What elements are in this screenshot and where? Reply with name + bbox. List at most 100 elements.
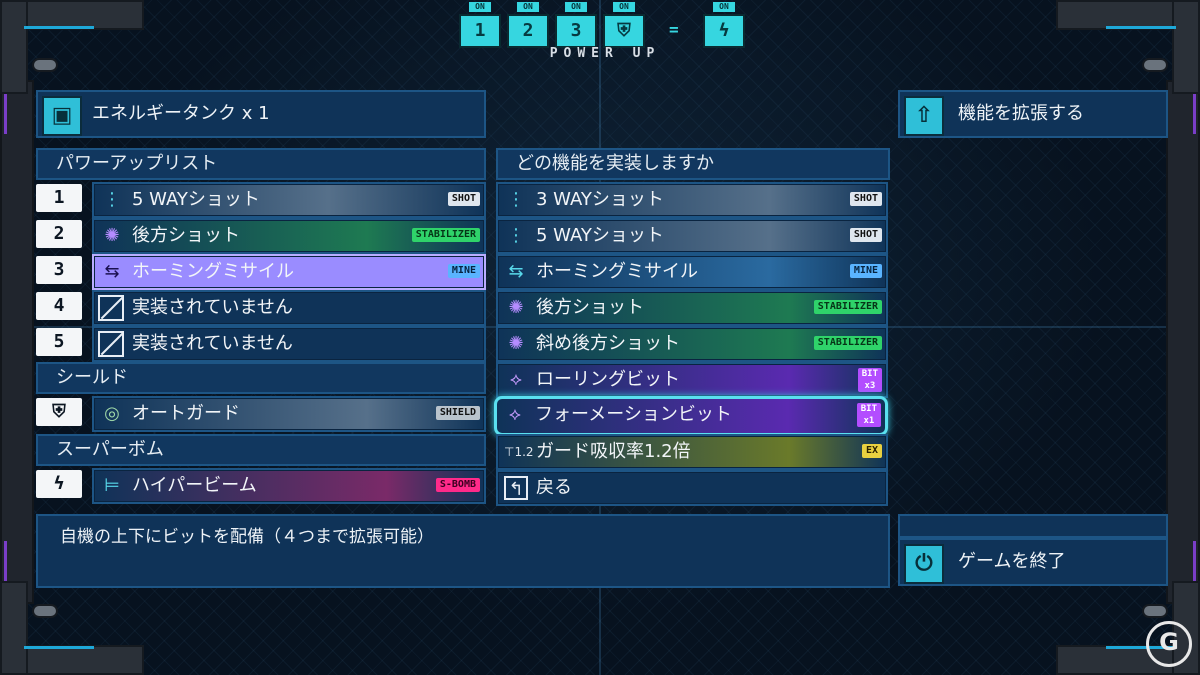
power-item-label: 後方ショット [132, 225, 240, 246]
slot-number-2: 2 [36, 220, 82, 248]
power-item-label: 実装されていません [132, 333, 293, 354]
menu-item-rear-shot[interactable]: ✺ 後方ショット STABILIZER [496, 290, 888, 326]
tag-badge: BIT x1 [856, 403, 881, 427]
tag-badge: S-BOMB [435, 478, 480, 492]
menu-item-label: ガード吸収率1.2倍 [536, 441, 691, 462]
shield-icon: ⛨ [36, 398, 82, 426]
auto-guard-icon: ◎ [104, 403, 120, 424]
spacer-panel [898, 514, 1168, 538]
upload-icon: ⇧ [904, 96, 944, 136]
power-item-label: 実装されていません [132, 297, 293, 318]
slot-number-5: 5 [36, 328, 82, 356]
empty-slot-icon [98, 331, 124, 357]
power-slot-1: 1 [459, 14, 501, 48]
power-item-5[interactable]: 実装されていません [92, 326, 486, 362]
tag-badge: SHIELD [435, 406, 480, 420]
slot-number-4: 4 [36, 292, 82, 320]
frame-corner-top-right [1050, 0, 1200, 170]
equals-sign: = [669, 20, 679, 39]
rear-shot-icon: ✺ [508, 333, 524, 354]
power-item-label: ホーミングミサイル [132, 261, 294, 282]
lightning-icon: ϟ [36, 470, 82, 498]
power-item-2[interactable]: ✺ 後方ショット STABILIZER [92, 218, 486, 254]
menu-item-label: 斜め後方ショット [536, 333, 680, 354]
spread-shot-icon: ⋮ [507, 225, 525, 246]
power-slot-3: 3 [555, 14, 597, 48]
energy-tank-panel: ▣ エネルギータンク x 1 [36, 90, 486, 138]
menu-item-label: 後方ショット [536, 297, 644, 318]
power-item-3[interactable]: ⇆ ホーミングミサイル MINE [92, 254, 486, 290]
menu-item-label: ローリングビット [536, 369, 680, 390]
menu-item-label: 5 WAYショット [536, 225, 664, 246]
on-indicator: ON [517, 2, 539, 12]
spread-shot-icon: ⋮ [507, 189, 525, 210]
power-list-header: パワーアップリスト [36, 148, 486, 180]
on-indicator: ON [565, 2, 587, 12]
power-up-label: POWER UP [549, 46, 661, 61]
menu-item-diagonal-rear-shot[interactable]: ✺ 斜め後方ショット STABILIZER [496, 326, 888, 362]
rear-shot-icon: ✺ [508, 297, 524, 318]
back-arrow-icon: ↰ [504, 476, 528, 500]
tag-badge: SHOT [849, 228, 882, 242]
power-slot-2: 2 [507, 14, 549, 48]
shield-icon: ⛨ [603, 14, 645, 48]
menu-item-homing[interactable]: ⇆ ホーミングミサイル MINE [496, 254, 888, 290]
menu-item-label: 3 WAYショット [536, 189, 664, 210]
tag-badge: MINE [849, 264, 882, 278]
lightning-icon: ϟ [703, 14, 745, 48]
bit-icon: ⟡ [509, 404, 521, 425]
menu-item-label: ホーミングミサイル [536, 261, 698, 282]
menu-item-3way[interactable]: ⋮ 3 WAYショット SHOT [496, 182, 888, 218]
quit-game-label: ゲームを終了 [958, 551, 1066, 572]
super-bomb-item[interactable]: ⊨ ハイパービーム S-BOMB [92, 468, 486, 504]
frame-corner-top-left [0, 0, 150, 170]
site-logo: G [1146, 621, 1192, 667]
description-text: 自機の上下にビットを配備（４つまで拡張可能） [60, 527, 434, 547]
homing-missile-icon: ⇆ [508, 261, 524, 282]
rear-shot-icon: ✺ [104, 225, 120, 246]
tag-badge: BIT x3 [857, 368, 882, 392]
tag-badge: STABILIZER [813, 300, 882, 314]
homing-missile-icon: ⇆ [104, 261, 120, 282]
on-indicator: ON [613, 2, 635, 12]
slot-number-3: 3 [36, 256, 82, 284]
quit-game-button[interactable]: ⏻ ゲームを終了 [898, 538, 1168, 586]
tag-badge: STABILIZER [813, 336, 882, 350]
expand-function-label: 機能を拡張する [958, 103, 1084, 124]
implement-menu-header: どの機能を実装しますか [496, 148, 890, 180]
super-bomb-header: スーパーボム [36, 434, 486, 466]
tag-badge: SHOT [849, 192, 882, 206]
energy-tank-label: エネルギータンク x 1 [92, 103, 270, 124]
power-item-4[interactable]: 実装されていません [92, 290, 486, 326]
tag-badge: STABILIZER [411, 228, 480, 242]
hyper-beam-icon: ⊨ [104, 475, 120, 496]
power-item-1[interactable]: ⋮ 5 WAYショット SHOT [92, 182, 486, 218]
guard-rate-icon: ⊤1.2 [504, 445, 534, 459]
slot-number-1: 1 [36, 184, 82, 212]
tag-badge: MINE [447, 264, 480, 278]
menu-item-rolling-bit[interactable]: ⟡ ローリングビット BIT x3 [496, 362, 888, 398]
menu-item-back[interactable]: ↰ 戻る [496, 470, 888, 506]
power-up-indicator: ON ON ON ON ON 1 2 3 ⛨ = ϟ POWER UP [455, 2, 755, 62]
menu-item-5way[interactable]: ⋮ 5 WAYショット SHOT [496, 218, 888, 254]
shield-item[interactable]: ◎ オートガード SHIELD [92, 396, 486, 432]
menu-item-label: フォーメーションビット [535, 404, 732, 425]
spread-shot-icon: ⋮ [103, 189, 121, 210]
on-indicator: ON [713, 2, 735, 12]
on-indicator: ON [469, 2, 491, 12]
tag-badge: EX [861, 444, 882, 458]
power-item-label: 5 WAYショット [132, 189, 260, 210]
tag-badge: SHOT [447, 192, 480, 206]
energy-tank-icon: ▣ [42, 96, 82, 136]
expand-function-button[interactable]: ⇧ 機能を拡張する [898, 90, 1168, 138]
description-box: 自機の上下にビットを配備（４つまで拡張可能） [36, 514, 890, 588]
menu-item-guard-absorb[interactable]: ⊤1.2 ガード吸収率1.2倍 EX [496, 434, 888, 470]
power-icon: ⏻ [904, 544, 944, 584]
shield-header: シールド [36, 362, 486, 394]
empty-slot-icon [98, 295, 124, 321]
bit-icon: ⟡ [510, 369, 522, 390]
menu-item-formation-bit[interactable]: ⟡ フォーメーションビット BIT x1 [494, 396, 888, 436]
shield-label: オートガード [132, 403, 240, 424]
super-bomb-label: ハイパービーム [132, 475, 257, 496]
menu-item-label: 戻る [536, 477, 572, 498]
